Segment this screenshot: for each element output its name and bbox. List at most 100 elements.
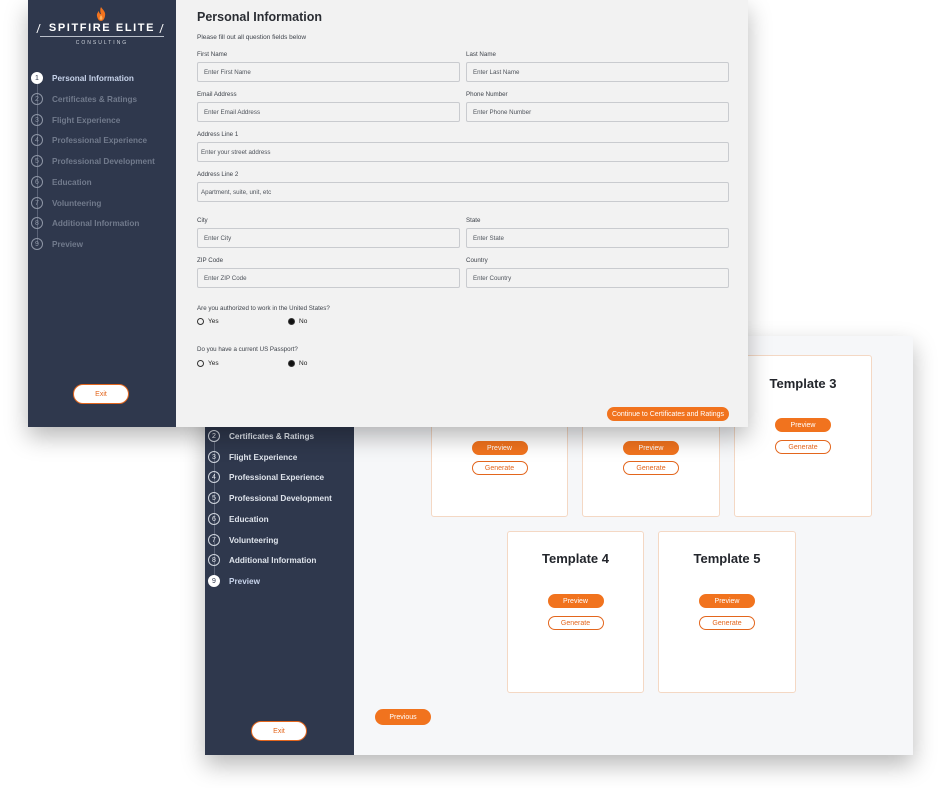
sidebar-step-professional-experience[interactable]: 4 Professional Experience	[31, 131, 147, 149]
brand-logo: SPITFIRE ELITE CONSULTING	[28, 0, 176, 62]
template-card-3: Template 3 Preview Generate	[734, 355, 872, 517]
flame-icon	[96, 7, 106, 21]
radio-label: Yes	[208, 360, 219, 367]
sidebar-step-professional-experience[interactable]: 4 Professional Experience	[208, 468, 324, 486]
step-number: 3	[208, 451, 220, 463]
work-authorization-no-radio[interactable]: No	[288, 318, 307, 325]
step-label: Volunteering	[229, 535, 279, 545]
email-field[interactable]	[197, 102, 460, 122]
step-number: 9	[208, 575, 220, 587]
brand-divider	[40, 36, 164, 37]
passport-yes-radio[interactable]: Yes	[197, 360, 219, 367]
sidebar: SPITFIRE ELITE CONSULTING 1 Personal Inf…	[28, 0, 176, 427]
page-subtitle: Please fill out all question fields belo…	[197, 34, 307, 41]
sidebar-step-personal-information[interactable]: 1 Personal Information	[31, 69, 134, 87]
sidebar-step-education[interactable]: 6 Education	[208, 510, 269, 528]
passport-question: Do you have a current US Passport?	[197, 346, 298, 353]
brand-subtitle: CONSULTING	[75, 40, 129, 46]
template-title: Template 4	[542, 551, 609, 566]
step-label: Volunteering	[52, 198, 102, 208]
preview-button[interactable]: Preview	[775, 418, 831, 432]
step-label: Personal Information	[52, 73, 134, 83]
step-number: 6	[31, 176, 43, 188]
address-line-2-field[interactable]	[197, 182, 729, 202]
sidebar-step-flight-experience[interactable]: 3 Flight Experience	[208, 448, 297, 466]
generate-button[interactable]: Generate	[471, 461, 528, 475]
sidebar-step-flight-experience[interactable]: 3 Flight Experience	[31, 111, 120, 129]
sidebar-step-preview[interactable]: 9 Preview	[31, 235, 83, 253]
address-line-1-label: Address Line 1	[197, 131, 239, 138]
radio-circle	[288, 360, 295, 367]
country-label: Country	[466, 257, 488, 264]
personal-information-window: SPITFIRE ELITE CONSULTING 1 Personal Inf…	[28, 0, 748, 427]
state-label: State	[466, 217, 481, 224]
step-label: Additional Information	[52, 218, 140, 228]
template-title: Template 5	[693, 551, 761, 566]
previous-button[interactable]: Previous	[375, 709, 431, 725]
preview-button[interactable]: Preview	[471, 441, 528, 455]
preview-button[interactable]: Preview	[547, 594, 604, 608]
radio-circle	[288, 318, 295, 325]
city-label: City	[197, 217, 208, 224]
state-field[interactable]	[466, 228, 729, 248]
country-field[interactable]	[466, 268, 729, 288]
exit-button[interactable]: Exit	[73, 384, 129, 404]
step-number: 7	[208, 534, 220, 546]
generate-button[interactable]: Generate	[623, 461, 679, 475]
passport-no-radio[interactable]: No	[288, 360, 307, 367]
continue-button[interactable]: Continue to Certificates and Ratings	[607, 407, 729, 421]
sidebar-step-additional-information[interactable]: 8 Additional Information	[208, 551, 316, 569]
radio-circle	[197, 360, 204, 367]
city-field[interactable]	[197, 228, 460, 248]
preview-button[interactable]: Preview	[699, 594, 755, 608]
step-label: Professional Development	[52, 156, 155, 166]
sidebar-step-additional-information[interactable]: 8 Additional Information	[31, 214, 139, 232]
preview-button[interactable]: Preview	[623, 441, 679, 455]
template-card-5: Template 5 Preview Generate	[658, 531, 796, 693]
step-number: 4	[31, 134, 43, 146]
generate-button[interactable]: Generate	[775, 440, 831, 454]
step-number: 9	[31, 238, 43, 250]
step-label: Education	[229, 514, 269, 524]
step-number: 3	[31, 114, 43, 126]
sidebar-step-education[interactable]: 6 Education	[31, 173, 92, 191]
step-number: 6	[208, 513, 220, 525]
work-authorization-question: Are you authorized to work in the United…	[197, 305, 330, 312]
step-label: Preview	[52, 239, 83, 249]
sidebar-step-volunteering[interactable]: 7 Volunteering	[31, 194, 101, 212]
generate-button[interactable]: Generate	[699, 616, 755, 630]
work-authorization-yes-radio[interactable]: Yes	[197, 318, 219, 325]
zip-field[interactable]	[197, 268, 460, 288]
step-label: Flight Experience	[229, 452, 298, 462]
first-name-field[interactable]	[197, 62, 460, 82]
sidebar-step-professional-development[interactable]: 5 Professional Development	[208, 489, 332, 507]
sidebar-step-preview[interactable]: 9 Preview	[208, 572, 260, 590]
step-number: 5	[208, 492, 220, 504]
step-label: Certificates & Ratings	[229, 431, 315, 441]
last-name-field[interactable]	[466, 62, 729, 82]
template-title: Template 3	[769, 376, 837, 391]
email-label: Email Address	[197, 91, 237, 98]
zip-label: ZIP Code	[197, 257, 224, 264]
sidebar-step-volunteering[interactable]: 7 Volunteering	[208, 531, 278, 549]
step-number: 8	[208, 554, 220, 566]
generate-button[interactable]: Generate	[547, 616, 604, 630]
sidebar-step-professional-development[interactable]: 5 Professional Development	[31, 152, 155, 170]
step-label: Professional Experience	[229, 472, 325, 482]
sidebar-step-certificates[interactable]: 2 Certificates & Ratings	[31, 90, 137, 108]
step-label: Certificates & Ratings	[52, 94, 138, 104]
step-number: 8	[31, 217, 43, 229]
step-number: 1	[31, 72, 43, 84]
phone-field[interactable]	[466, 102, 729, 122]
step-number: 5	[31, 155, 43, 167]
template-card-4: Template 4 Preview Generate	[507, 531, 644, 693]
first-name-label: First Name	[197, 51, 228, 58]
radio-label: No	[299, 360, 308, 367]
step-label: Preview	[229, 576, 260, 586]
address-line-1-field[interactable]	[197, 142, 729, 162]
address-line-2-label: Address Line 2	[197, 171, 239, 178]
last-name-label: Last Name	[466, 51, 496, 58]
exit-button[interactable]: Exit	[251, 721, 307, 741]
sidebar-step-certificates[interactable]: 2 Certificates & Ratings	[208, 427, 314, 445]
step-label: Additional Information	[229, 555, 317, 565]
